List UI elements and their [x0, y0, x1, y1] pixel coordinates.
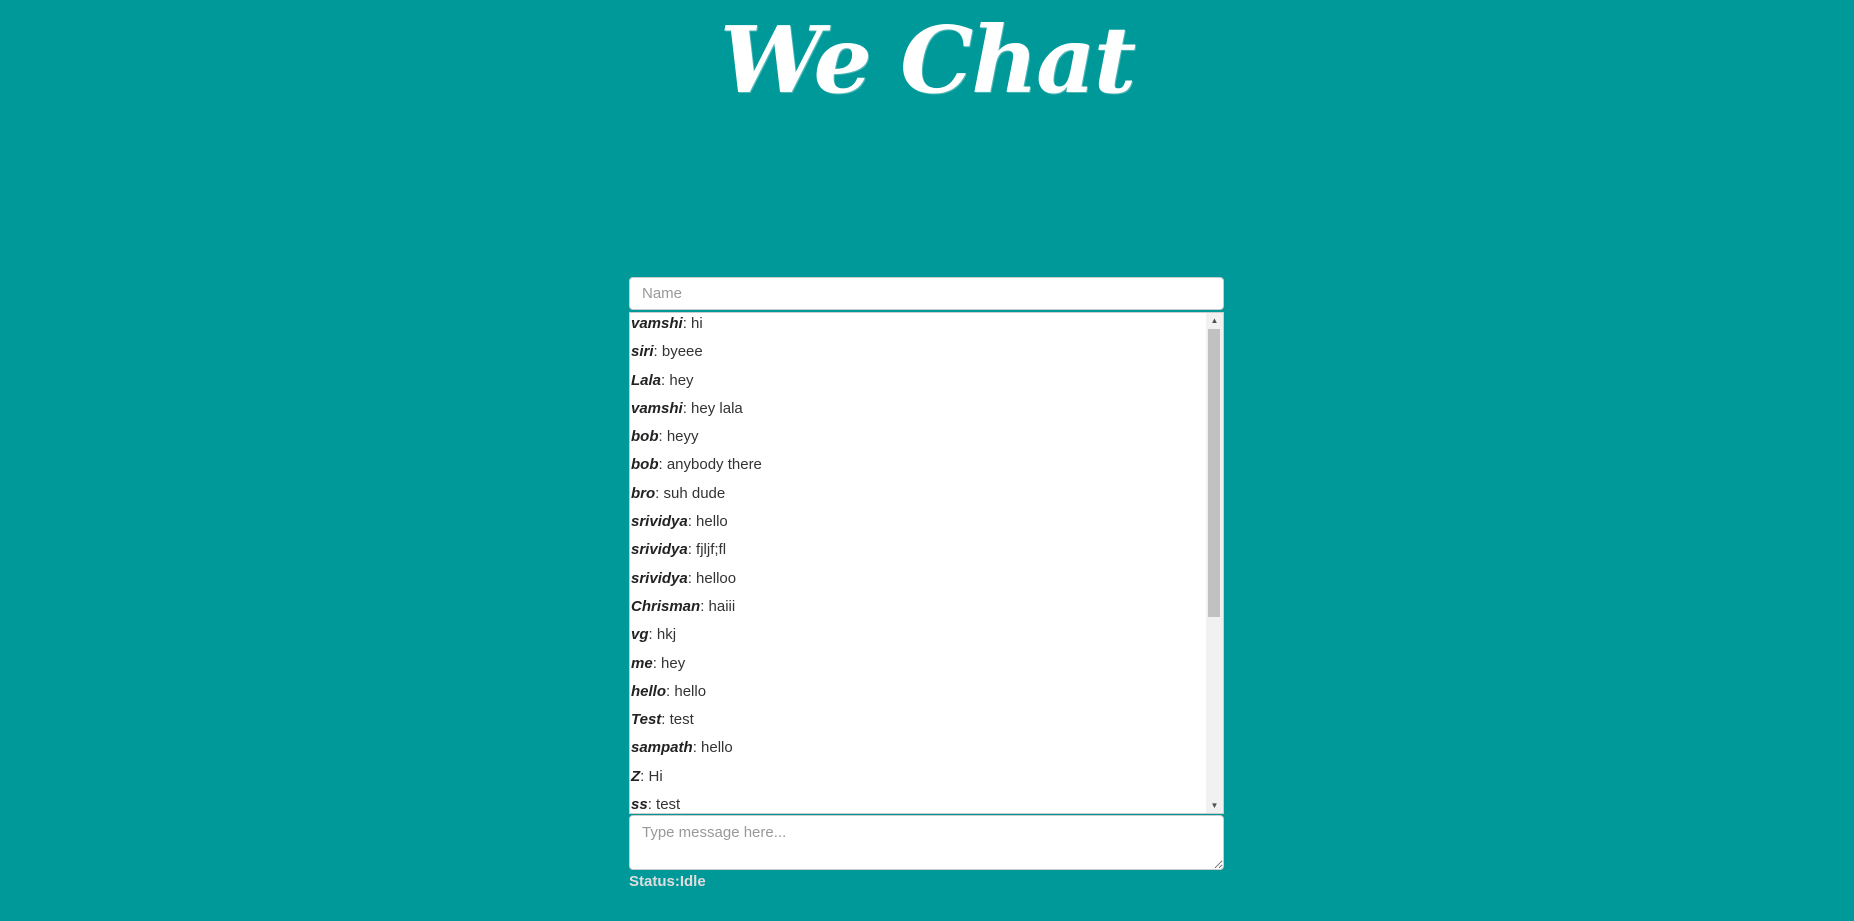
chat-message: hello: hello: [630, 681, 1206, 709]
chat-message: ss: test: [630, 794, 1206, 813]
message-text: : helloo: [687, 569, 737, 587]
chat-message: Lala: hey: [630, 370, 1206, 398]
message-text: : hey: [661, 371, 694, 389]
message-author: Z: [631, 767, 641, 785]
chat-message: vg: hkj: [630, 624, 1206, 652]
message-author: vamshi: [631, 399, 683, 417]
message-author: srividya: [631, 569, 688, 587]
chat-message: siri: byeee: [630, 341, 1206, 369]
message-author: me: [631, 654, 653, 672]
message-author: hello: [631, 682, 667, 700]
chat-message: bro: suh dude: [630, 483, 1206, 511]
message-author: Chrisman: [631, 597, 701, 615]
message-author: siri: [631, 343, 654, 361]
chat-panel: vamshi: hisiri: byeeeLala: heyvamshi: he…: [629, 277, 1224, 890]
message-text: : Hi: [640, 767, 663, 785]
chat-message: Z: Hi: [630, 766, 1206, 794]
message-input[interactable]: [629, 815, 1224, 870]
message-text: : fjljf;fl: [687, 541, 727, 559]
message-text: : test: [647, 796, 681, 813]
chat-message: Test: test: [630, 709, 1206, 737]
chat-message: srividya: hello: [630, 511, 1206, 539]
message-text: : heyy: [658, 428, 699, 446]
message-log-scrollbar[interactable]: ▲ ▼: [1206, 313, 1223, 813]
message-text: : suh dude: [655, 484, 726, 502]
chat-message: bob: heyy: [630, 426, 1206, 454]
name-input[interactable]: [629, 277, 1224, 310]
chat-message: me: hey: [630, 653, 1206, 681]
message-text: : byeee: [653, 343, 703, 361]
message-author: bob: [631, 456, 659, 474]
chat-message: bob: anybody there: [630, 454, 1206, 482]
message-author: bro: [631, 484, 656, 502]
message-author: sampath: [631, 739, 693, 757]
chat-message: sampath: hello: [630, 737, 1206, 765]
message-author: ss: [631, 796, 648, 813]
message-text: : anybody there: [658, 456, 762, 474]
message-log[interactable]: vamshi: hi siri: byeee Lala: hey vamshi: he…: [629, 312, 1224, 814]
message-author: vg: [631, 626, 649, 644]
message-author: bob: [631, 428, 659, 446]
message-text: : hello: [692, 739, 733, 757]
scroll-down-arrow-icon[interactable]: ▼: [1206, 798, 1223, 813]
message-text: : hello: [666, 682, 707, 700]
page-title: We Chat: [719, 6, 1137, 114]
chat-message: Chrisman: haiii: [630, 596, 1206, 624]
message-text: : hkj: [648, 626, 677, 644]
chat-message: srividya: fjljf;fl: [630, 539, 1206, 567]
message-text: : hey lala: [682, 399, 743, 417]
message-text: : hello: [687, 513, 728, 531]
chat-message: vamshi: hi: [630, 313, 1206, 341]
scrollbar-thumb[interactable]: [1208, 329, 1220, 617]
chat-message: vamshi: hey lala: [630, 398, 1206, 426]
chat-message: srividya: helloo: [630, 568, 1206, 596]
message-author: Lala: [631, 371, 662, 389]
message-text: : hi: [682, 315, 703, 332]
scroll-up-arrow-icon[interactable]: ▲: [1206, 313, 1223, 328]
message-list: vamshi: hi siri: byeee Lala: hey vamshi: he…: [630, 313, 1206, 813]
status-text: Status:Idle: [629, 873, 706, 890]
message-author: srividya: [631, 541, 688, 559]
message-author: vamshi: [631, 315, 683, 332]
chat-app: We Chat vamshi: hisiri: byeeeLala: heyva…: [0, 0, 1854, 921]
message-text: : haiii: [700, 597, 736, 615]
message-author: Test: [631, 711, 662, 729]
message-text: : hey: [652, 654, 686, 672]
message-text: : test: [661, 711, 694, 729]
message-author: srividya: [631, 513, 688, 531]
